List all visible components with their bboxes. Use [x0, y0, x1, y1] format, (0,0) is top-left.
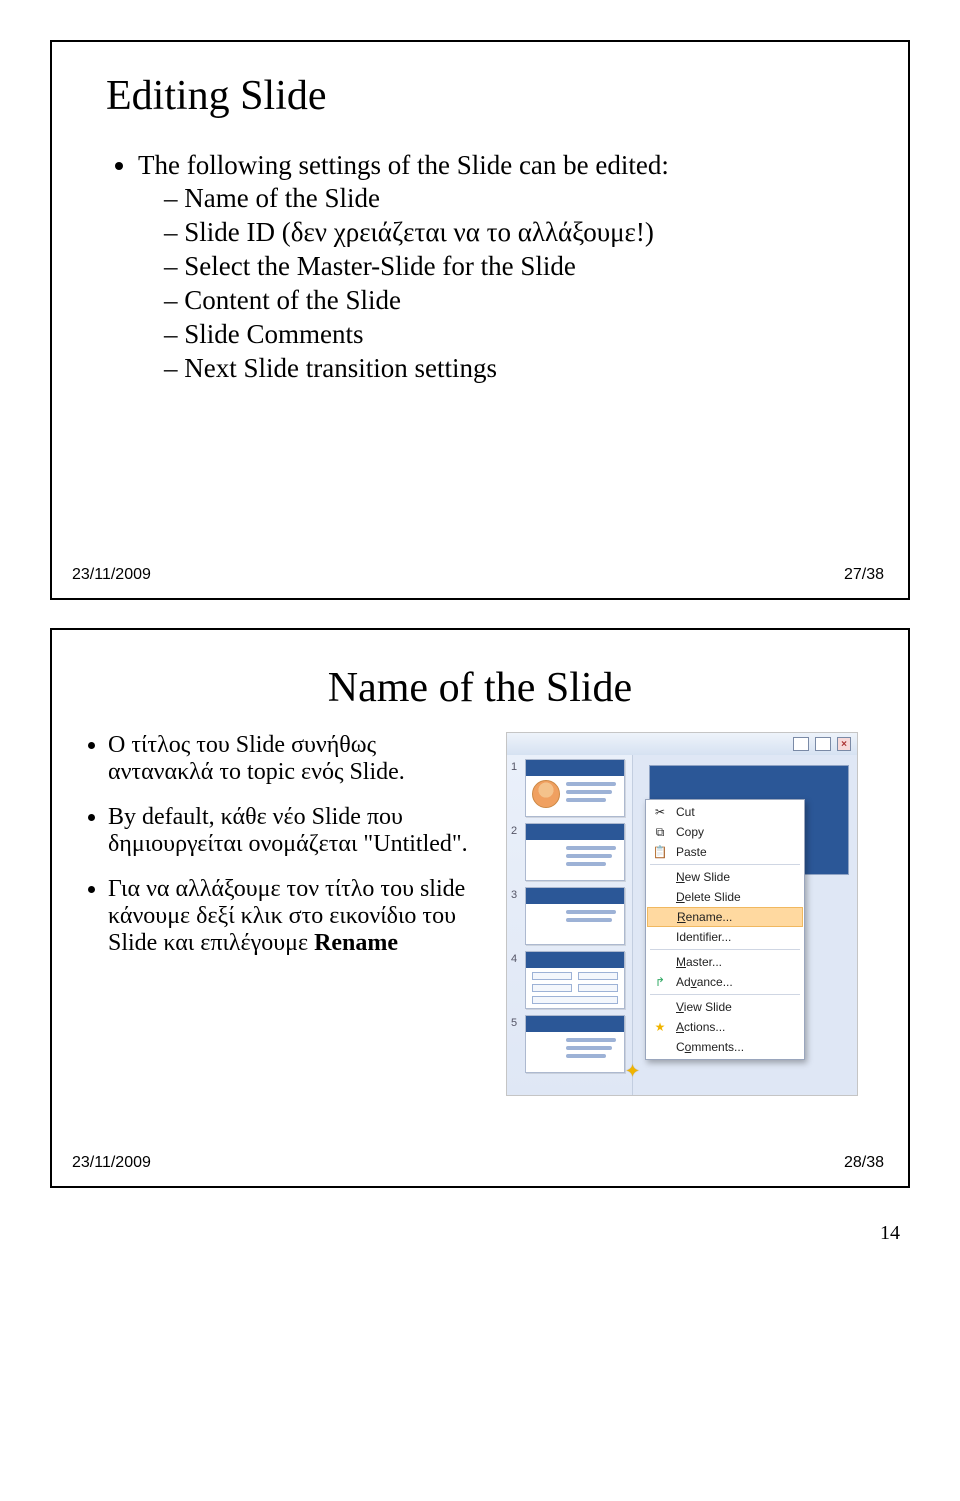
- menu-copy[interactable]: ⧉ Copy: [646, 822, 804, 842]
- slide-frame-2: Name of the Slide Ο τίτλος του Slide συν…: [50, 628, 910, 1188]
- copy-icon: ⧉: [652, 824, 668, 840]
- menu-advance[interactable]: ↱ Advance...: [646, 972, 804, 992]
- menu-cut-label: Cut: [676, 805, 695, 819]
- toolbar-restore-icon[interactable]: [793, 737, 809, 751]
- menu-actions[interactable]: ★ Actions...: [646, 1017, 804, 1037]
- slide1-title: Editing Slide: [88, 72, 872, 120]
- menu-master[interactable]: Master...: [646, 952, 804, 972]
- thumb-row[interactable]: 4: [511, 951, 628, 1009]
- slide2-bullet3-text: Για να αλλάξουμε τον τίτλο του slide κάν…: [108, 876, 465, 956]
- slide1-page: 27/38: [844, 566, 884, 584]
- slide-thumbnail[interactable]: [525, 759, 625, 817]
- slide2-screenshot-col: × 1 2: [492, 732, 872, 1096]
- menu-copy-label: Copy: [676, 825, 704, 839]
- blank-icon: [652, 999, 668, 1015]
- context-menu: ✂ Cut ⧉ Copy 📋 Paste: [645, 799, 805, 1060]
- slide2-bullet: By default, κάθε νέο Slide που δημιουργε…: [108, 804, 472, 858]
- slide1-item: Next Slide transition settings: [164, 353, 872, 384]
- avatar-icon: [532, 780, 560, 808]
- slide1-item: Name of the Slide: [164, 183, 872, 214]
- slide2-page: 28/38: [844, 1154, 884, 1172]
- menu-paste[interactable]: 📋 Paste: [646, 842, 804, 862]
- slide2-columns: Ο τίτλος του Slide συνήθως αντανακλά το …: [88, 732, 872, 1096]
- blank-icon: [652, 929, 668, 945]
- menu-new-slide[interactable]: New Slide: [646, 867, 804, 887]
- slide-thumbnail[interactable]: [525, 887, 625, 945]
- blank-icon: [652, 954, 668, 970]
- thumb-number: 1: [511, 759, 521, 773]
- thumb-row[interactable]: 2: [511, 823, 628, 881]
- thumb-row[interactable]: 5: [511, 1015, 628, 1073]
- screenshot-body: 1 2: [507, 755, 857, 1095]
- slide1-item: Slide Comments: [164, 319, 872, 350]
- menu-separator: [650, 949, 800, 950]
- menu-separator: [650, 864, 800, 865]
- thumb-number: 2: [511, 823, 521, 837]
- slide2-date: 23/11/2009: [72, 1154, 151, 1172]
- thumb-row[interactable]: 3: [511, 887, 628, 945]
- scissors-icon: ✂: [652, 804, 668, 820]
- screenshot-toolbar: ×: [507, 733, 857, 755]
- menu-separator: [650, 994, 800, 995]
- document-page-number: 14: [50, 1216, 910, 1245]
- slide1-item: Slide ID (δεν χρειάζεται να το αλλάξουμε…: [164, 217, 872, 248]
- slide2-bullet3-bold: Rename: [314, 930, 398, 956]
- document-page: Editing Slide The following settings of …: [0, 0, 960, 1265]
- menu-cut[interactable]: ✂ Cut: [646, 802, 804, 822]
- slide-thumbnail[interactable]: [525, 823, 625, 881]
- thumb-number: 3: [511, 887, 521, 901]
- blank-icon: [652, 869, 668, 885]
- menu-identifier-label: Identifier...: [676, 930, 731, 944]
- star-icon: ★: [652, 1019, 668, 1035]
- slide1-item: Content of the Slide: [164, 285, 872, 316]
- thumb-number: 5: [511, 1015, 521, 1029]
- slide2-footer: 23/11/2009 28/38: [72, 1154, 884, 1172]
- thumb-row[interactable]: 1: [511, 759, 628, 817]
- blank-icon: [653, 909, 669, 925]
- menu-paste-label: Paste: [676, 845, 707, 859]
- slide2-title: Name of the Slide: [88, 664, 872, 712]
- advance-icon: ↱: [652, 974, 668, 990]
- slide-thumbnail[interactable]: [525, 1015, 625, 1073]
- menu-identifier[interactable]: Identifier...: [646, 927, 804, 947]
- thumb-number: 4: [511, 951, 521, 965]
- slide-thumbnail[interactable]: [525, 951, 625, 1009]
- toolbar-minimize-icon[interactable]: [815, 737, 831, 751]
- slide2-text-col: Ο τίτλος του Slide συνήθως αντανακλά το …: [88, 732, 472, 1096]
- menu-comments[interactable]: Comments...: [646, 1037, 804, 1057]
- menu-rename[interactable]: Rename...: [647, 907, 803, 927]
- menu-delete-slide[interactable]: Delete Slide: [646, 887, 804, 907]
- slide1-footer: 23/11/2009 27/38: [72, 566, 884, 584]
- blank-icon: [652, 889, 668, 905]
- paste-icon: 📋: [652, 844, 668, 860]
- cursor-icon: ✦: [625, 1061, 640, 1082]
- menu-view-slide[interactable]: View Slide: [646, 997, 804, 1017]
- toolbar-close-icon[interactable]: ×: [837, 737, 851, 751]
- slide1-item: Select the Master-Slide for the Slide: [164, 251, 872, 282]
- screenshot-mock: × 1 2: [506, 732, 858, 1096]
- slide2-bullet: Ο τίτλος του Slide συνήθως αντανακλά το …: [108, 732, 472, 786]
- slide2-bullet: Για να αλλάξουμε τον τίτλο του slide κάν…: [108, 876, 472, 957]
- slide1-subitems: Name of the Slide Slide ID (δεν χρειάζετ…: [138, 183, 872, 384]
- slide1-bullets: The following settings of the Slide can …: [88, 150, 872, 384]
- slide1-lead: The following settings of the Slide can …: [138, 150, 872, 181]
- thumbnail-panel: 1 2: [507, 755, 633, 1095]
- slide1-date: 23/11/2009: [72, 566, 151, 584]
- slide-frame-1: Editing Slide The following settings of …: [50, 40, 910, 600]
- blank-icon: [652, 1039, 668, 1055]
